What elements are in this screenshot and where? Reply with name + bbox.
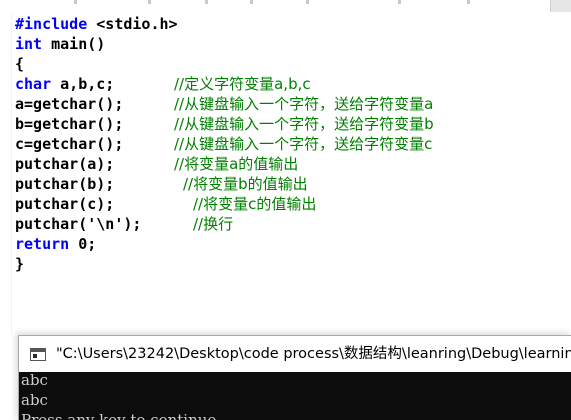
separator (306, 0, 309, 4)
keyword: char (15, 75, 52, 93)
keyword: #include (15, 15, 88, 33)
code-line[interactable]: #include <stdio.h> (15, 14, 178, 34)
code-text: c=getchar(); (15, 135, 124, 153)
code-line[interactable]: { (15, 54, 24, 74)
code-text: <stdio.h> (87, 15, 178, 33)
window-edge (550, 0, 571, 12)
console-output-line: Press any key to continue (21, 411, 217, 420)
code-text: a=getchar(); (15, 95, 124, 113)
code-text: { (15, 55, 25, 73)
console-title: "C:\Users\23242\Desktop\code process\数据结… (56, 346, 571, 362)
console-titlebar[interactable]: "C:\Users\23242\Desktop\code process\数据结… (19, 336, 571, 372)
keyword: int (15, 35, 43, 53)
separator (467, 0, 470, 4)
console-output-line: abc (21, 372, 48, 389)
console-output[interactable]: abc abc Press any key to continue (19, 372, 571, 420)
code-editor[interactable]: #include <stdio.h> int main() { char a,b… (0, 14, 571, 334)
top-strip (0, 0, 571, 14)
code-comment: //将变量b的值输出 (183, 175, 308, 193)
code-text: a,b,c; (51, 75, 115, 93)
code-line[interactable]: return 0; (15, 234, 96, 254)
console-output-line: abc (21, 391, 48, 409)
editor-gutter (0, 14, 12, 334)
code-line[interactable]: putchar('\n'); (15, 214, 141, 234)
code-text: b=getchar(); (15, 115, 124, 133)
separator (148, 0, 151, 4)
code-comment: //将变量c的值输出 (193, 195, 317, 213)
separator (74, 0, 77, 4)
code-text: 0; (69, 235, 97, 253)
code-line[interactable]: putchar(a); (15, 154, 114, 174)
code-line[interactable]: int main() (15, 34, 105, 54)
code-line[interactable]: char a,b,c; (15, 74, 114, 94)
code-text: putchar(b); (15, 175, 115, 193)
code-text: putchar(c); (15, 195, 115, 213)
code-line[interactable]: c=getchar(); (15, 134, 123, 154)
code-comment: //从键盘输入一个字符，送给字符变量b (174, 115, 434, 133)
code-line[interactable]: putchar(b); (15, 174, 114, 194)
code-comment: //将变量a的值输出 (174, 155, 299, 173)
code-line[interactable]: putchar(c); (15, 194, 114, 214)
separator (250, 0, 253, 4)
code-line[interactable]: b=getchar(); (15, 114, 123, 134)
console-window[interactable]: "C:\Users\23242\Desktop\code process\数据结… (18, 335, 571, 420)
separator (205, 0, 208, 4)
keyword: return (15, 235, 70, 253)
code-line[interactable]: } (15, 254, 24, 274)
separator (398, 0, 401, 4)
code-text: putchar('\n'); (15, 215, 142, 233)
code-text: } (15, 255, 25, 273)
console-app-icon[interactable] (30, 348, 46, 361)
code-line[interactable]: a=getchar(); (15, 94, 123, 114)
code-comment: //从键盘输入一个字符，送给字符变量a (174, 95, 434, 113)
code-text: putchar(a); (15, 155, 115, 173)
code-comment: //从键盘输入一个字符，送给字符变量c (174, 135, 433, 153)
code-comment: //定义字符变量a,b,c (174, 75, 311, 93)
code-comment: //换行 (193, 215, 234, 233)
code-text: main() (42, 35, 106, 53)
